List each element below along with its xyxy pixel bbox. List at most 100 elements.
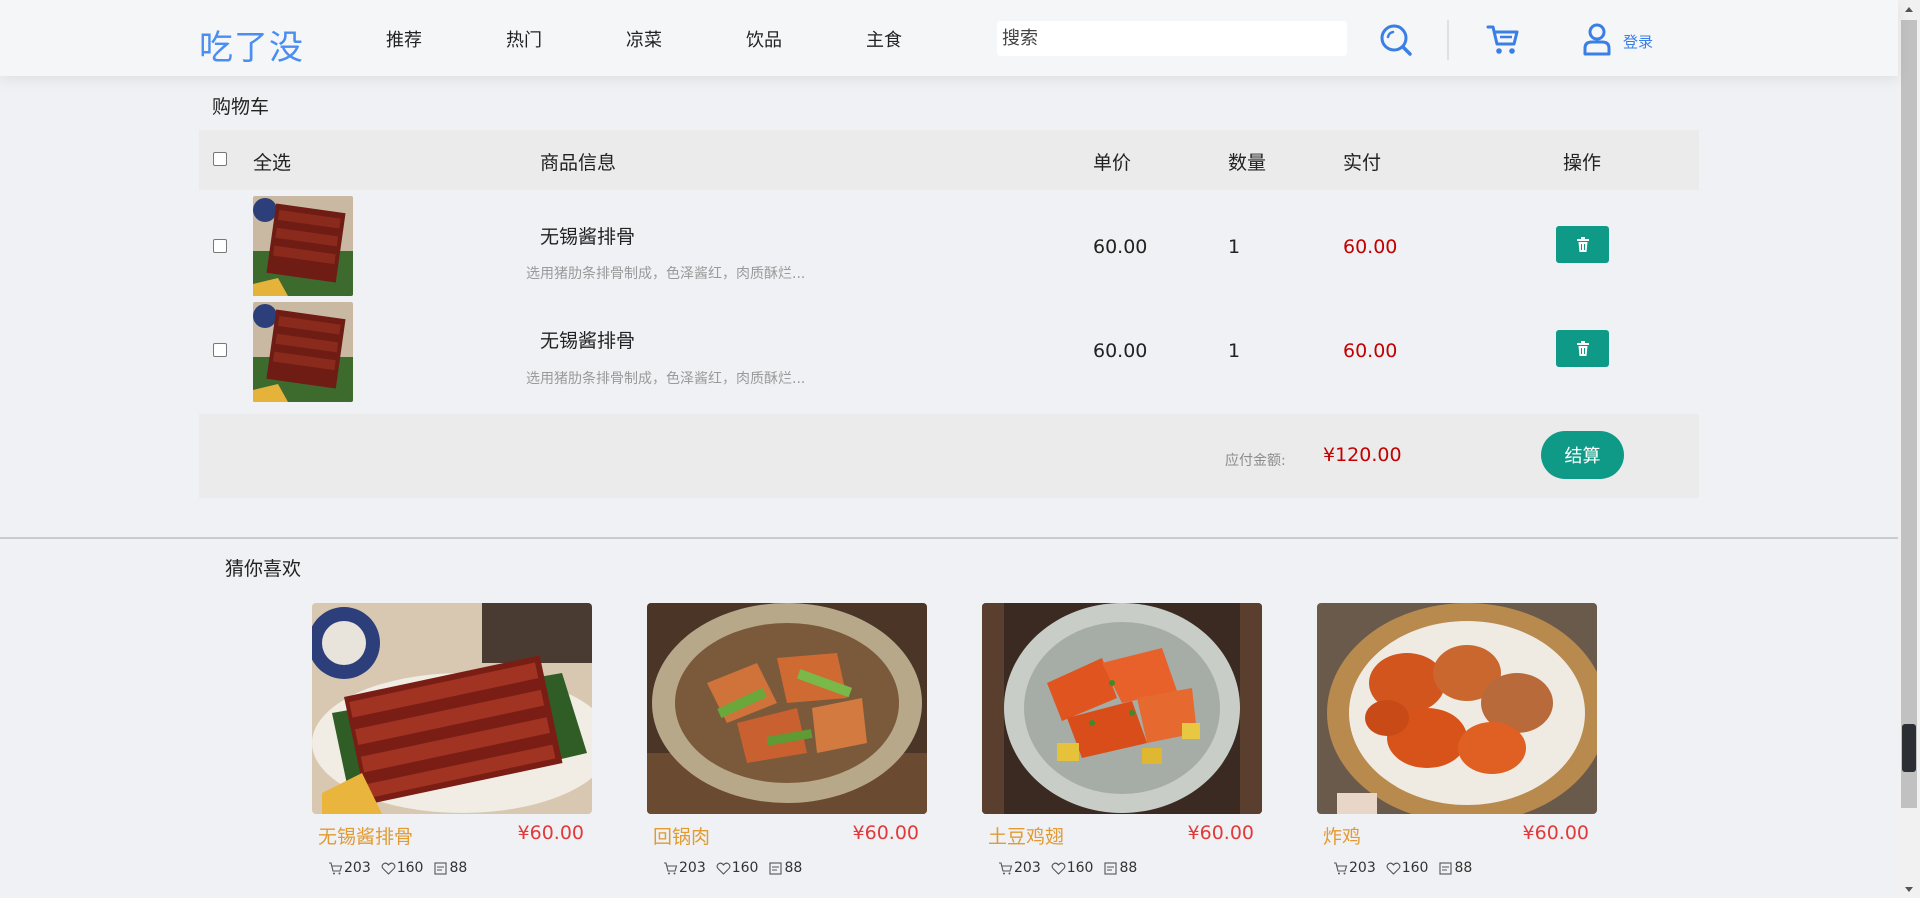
header-divider — [1447, 20, 1449, 60]
dish-name: 炸鸡 — [1323, 826, 1362, 848]
checkout-button[interactable]: 结算 — [1541, 431, 1624, 479]
dish-price: ¥60.00 — [1522, 822, 1589, 844]
dish-price: ¥60.00 — [1187, 822, 1254, 844]
dish-price: ¥60.00 — [517, 822, 584, 844]
dish-stats: 203 160 88 — [663, 860, 802, 876]
cart-count-icon — [1334, 861, 1348, 874]
column-product-info: 商品信息 — [540, 152, 617, 174]
total-label: 应付金额: — [1225, 453, 1286, 469]
row-checkbox[interactable] — [213, 343, 227, 357]
trash-icon — [1576, 237, 1589, 252]
paid-amount: 60.00 — [1343, 340, 1398, 362]
column-actions: 操作 — [1563, 152, 1602, 174]
unit-price: 60.00 — [1093, 340, 1148, 362]
like-count: 160 — [396, 860, 424, 876]
quantity: 1 — [1228, 340, 1241, 362]
like-count: 160 — [1066, 860, 1094, 876]
dish-price: ¥60.00 — [852, 822, 919, 844]
row-checkbox[interactable] — [213, 239, 227, 253]
like-count: 160 — [1401, 860, 1429, 876]
dish-image — [647, 603, 927, 814]
quantity: 1 — [1228, 236, 1241, 258]
comment-count: 88 — [1454, 860, 1473, 876]
dish-name: 土豆鸡翅 — [988, 826, 1065, 848]
comment-icon — [769, 861, 783, 875]
dish-image — [1317, 603, 1597, 814]
unit-price: 60.00 — [1093, 236, 1148, 258]
caret-up-icon — [1905, 6, 1913, 12]
caret-down-icon — [1905, 886, 1913, 892]
scroll-up-arrow[interactable] — [1898, 0, 1920, 18]
select-all-checkbox[interactable] — [213, 152, 227, 166]
nav-item-cold-dishes[interactable]: 凉菜 — [626, 26, 746, 52]
user-account-button[interactable] — [1582, 22, 1612, 56]
search-input[interactable] — [997, 21, 1347, 56]
cart-button[interactable] — [1485, 22, 1521, 58]
recommend-title: 猜你喜欢 — [225, 558, 302, 580]
nav-item-recommend[interactable]: 推荐 — [386, 26, 506, 52]
cart-table: 全选 商品信息 单价 数量 实付 操作 无锡酱排骨 选用猪肋条排骨制成，色泽酱红… — [199, 130, 1699, 498]
top-header: 吃了没 推荐 热门 凉菜 饮品 主食 登录 — [0, 0, 1898, 76]
cart-row: 无锡酱排骨 选用猪肋条排骨制成，色泽酱红，肉质酥烂... 60.00 1 60.… — [199, 302, 1699, 414]
comment-icon — [1104, 861, 1118, 875]
recommend-list: 无锡酱排骨 ¥60.00 203 160 88 回锅肉 ¥60.00 203 1… — [312, 603, 1612, 893]
product-name[interactable]: 无锡酱排骨 — [540, 222, 635, 249]
trash-icon — [1576, 341, 1589, 356]
cart-count: 203 — [344, 860, 371, 876]
cart-title: 购物车 — [212, 96, 270, 118]
comment-count: 88 — [784, 860, 803, 876]
column-paid: 实付 — [1343, 152, 1382, 174]
dish-name: 回锅肉 — [653, 826, 711, 848]
side-panel-handle[interactable] — [1902, 724, 1916, 772]
paid-amount: 60.00 — [1343, 236, 1398, 258]
dish-image — [312, 603, 592, 814]
nav-item-drinks[interactable]: 饮品 — [746, 26, 866, 52]
dish-image — [982, 603, 1262, 814]
column-select-all: 全选 — [253, 152, 292, 174]
nav-item-staple[interactable]: 主食 — [866, 26, 986, 52]
recommend-card[interactable]: 炸鸡 ¥60.00 203 160 88 — [1317, 603, 1597, 876]
main-nav: 推荐 热门 凉菜 饮品 主食 — [386, 26, 986, 52]
heart-icon — [1051, 862, 1066, 875]
comment-icon — [1439, 861, 1453, 875]
cart-row: 无锡酱排骨 选用猪肋条排骨制成，色泽酱红，肉质酥烂... 60.00 1 60.… — [199, 190, 1699, 302]
search-button[interactable] — [1378, 22, 1414, 58]
product-thumbnail[interactable] — [253, 196, 353, 296]
cart-count: 203 — [1349, 860, 1376, 876]
cart-count-icon — [664, 861, 678, 874]
site-logo[interactable]: 吃了没 — [199, 20, 304, 69]
dish-stats: 203 160 88 — [1333, 860, 1472, 876]
product-description: 选用猪肋条排骨制成，色泽酱红，肉质酥烂... — [526, 371, 806, 387]
cart-count: 203 — [679, 860, 706, 876]
login-link[interactable]: 登录 — [1623, 31, 1653, 52]
delete-button[interactable] — [1556, 226, 1609, 263]
recommend-card[interactable]: 无锡酱排骨 ¥60.00 203 160 88 — [312, 603, 592, 876]
dish-stats: 203 160 88 — [328, 860, 467, 876]
total-amount: ¥120.00 — [1323, 444, 1402, 466]
comment-count: 88 — [449, 860, 468, 876]
nav-item-hot[interactable]: 热门 — [506, 26, 626, 52]
scrollbar-thumb[interactable] — [1901, 20, 1917, 808]
search-icon — [1380, 24, 1412, 56]
shopping-cart-icon — [1486, 25, 1519, 54]
recommend-card[interactable]: 土豆鸡翅 ¥60.00 203 160 88 — [982, 603, 1262, 876]
vertical-scrollbar[interactable] — [1898, 0, 1920, 898]
column-unit-price: 单价 — [1093, 152, 1132, 174]
heart-icon — [381, 862, 396, 875]
cart-table-header: 全选 商品信息 单价 数量 实付 操作 — [199, 130, 1699, 190]
heart-icon — [716, 862, 731, 875]
comment-icon — [434, 861, 448, 875]
cart-count-icon — [329, 861, 343, 874]
user-icon — [1583, 23, 1611, 56]
product-thumbnail[interactable] — [253, 302, 353, 402]
product-name[interactable]: 无锡酱排骨 — [540, 326, 635, 353]
product-description: 选用猪肋条排骨制成，色泽酱红，肉质酥烂... — [526, 266, 806, 282]
recommend-card[interactable]: 回锅肉 ¥60.00 203 160 88 — [647, 603, 927, 876]
cart-count-icon — [999, 861, 1013, 874]
column-quantity: 数量 — [1228, 152, 1267, 174]
heart-icon — [1386, 862, 1401, 875]
like-count: 160 — [731, 860, 759, 876]
delete-button[interactable] — [1556, 330, 1609, 367]
scroll-down-arrow[interactable] — [1898, 880, 1920, 898]
comment-count: 88 — [1119, 860, 1138, 876]
